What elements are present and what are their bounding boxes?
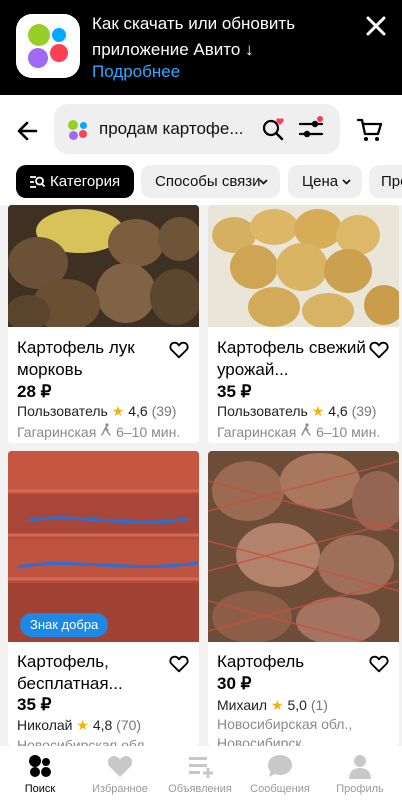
star-icon: ★ (271, 697, 284, 713)
tab-label: Избранное (92, 783, 148, 795)
seller-name: Пользователь (17, 403, 108, 419)
listing-title: Картофель, бесплатная... (17, 652, 123, 693)
seller-rating: 4,6 (128, 403, 148, 419)
tab-messages[interactable]: Сообщения (240, 746, 320, 800)
listing-title: Картофель лук морковь (17, 338, 135, 379)
tab-label: Сообщения (250, 783, 310, 795)
search-favorite-icon[interactable] (261, 116, 287, 142)
listing-location: Гагаринская 6–10 мин. (17, 422, 180, 442)
chip-price[interactable]: Цена (288, 165, 362, 198)
listing-location: Новосибирская обл., Новосибирск (217, 716, 353, 746)
chip-label: Про (381, 173, 402, 190)
tab-label: Объявления (168, 783, 232, 795)
tab-favorites[interactable]: Избранное (80, 746, 160, 800)
listing-photo (8, 205, 199, 327)
walking-icon (101, 423, 111, 436)
seller-reviews: (39) (351, 403, 377, 419)
heart-icon[interactable] (368, 653, 390, 675)
chevron-down-icon (342, 179, 351, 185)
walk-time: 6–10 мин. (316, 424, 381, 440)
search-tab-icon (29, 755, 51, 777)
seller-reviews: (39) (151, 403, 177, 419)
seller-reviews: (70) (116, 717, 142, 733)
listing-card[interactable]: Картофель 30 ₽ Михаил ★ 5,0 (1) Новосиби… (208, 451, 399, 746)
search-query: продам картофе... (99, 119, 244, 138)
tab-search[interactable]: Поиск (0, 746, 80, 800)
listings-tab-icon (189, 757, 213, 778)
tab-label: Профиль (336, 783, 384, 795)
star-icon: ★ (311, 403, 325, 419)
seller-name: Пользователь (217, 403, 308, 419)
chip-more[interactable]: Про (369, 165, 402, 198)
star-icon: ★ (76, 717, 89, 733)
messages-tab-icon (268, 755, 292, 777)
cart-icon[interactable] (356, 116, 384, 144)
listing-title: Картофель (217, 652, 305, 671)
avito-app-icon (16, 14, 80, 78)
heart-icon[interactable] (168, 339, 190, 361)
listing-seller: Пользователь ★ 4,6 (39) (217, 401, 376, 421)
chip-category[interactable]: Категория (16, 165, 134, 198)
filters-icon[interactable] (296, 114, 326, 144)
listing-title: Картофель свежий урожай... (217, 338, 366, 379)
seller-rating: 5,0 (287, 697, 307, 713)
walking-icon (301, 423, 311, 436)
heart-icon[interactable] (168, 653, 190, 675)
seller-name: Михаил (217, 697, 268, 713)
listing-seller: Пользователь ★ 4,6 (39) (17, 401, 176, 421)
chip-label: Цена (302, 173, 339, 190)
tab-profile[interactable]: Профиль (320, 746, 400, 800)
favorites-tab-icon (107, 756, 133, 777)
listing-price: 35 ₽ (217, 382, 252, 401)
profile-tab-icon (349, 755, 371, 779)
listing-card[interactable]: Картофель лук морковь 28 ₽ Пользователь … (8, 205, 199, 443)
search-input[interactable]: продам картофе... (54, 104, 340, 154)
chevron-down-icon (259, 179, 268, 185)
heart-icon[interactable] (368, 339, 390, 361)
kindness-badge: Знак добра (20, 613, 109, 637)
listing-price: 30 ₽ (217, 674, 252, 693)
search-header: продам картофе... (0, 95, 402, 165)
tab-label: Поиск (24, 783, 56, 795)
chip-contact-methods[interactable]: Способы связи (141, 165, 280, 198)
tab-listings[interactable]: Объявления (160, 746, 240, 800)
listing-card[interactable]: Картофель свежий урожай... 35 ₽ Пользова… (208, 205, 399, 443)
close-icon[interactable] (360, 10, 392, 42)
category-filter-icon (30, 176, 45, 188)
listing-price: 28 ₽ (17, 382, 52, 401)
location-name: Гагаринская (17, 424, 97, 440)
filter-chips-row: Категория Способы связи Цена Про (0, 165, 402, 205)
back-arrow-icon[interactable] (14, 117, 42, 145)
location-name: Гагаринская (217, 424, 297, 440)
bottom-tab-bar: Поиск Избранное Объявления Сообщения Про… (0, 746, 402, 800)
listing-photo (208, 451, 399, 642)
listing-seller: Николай ★ 4,8 (70) (17, 715, 141, 735)
banner-title: Как скачать или обновить приложение Авит… (92, 14, 296, 59)
app-download-banner[interactable]: Как скачать или обновить приложение Авит… (0, 0, 402, 95)
listing-card[interactable]: Знак добра Картофель, бесплатная... 35 ₽… (8, 451, 199, 746)
seller-reviews: (1) (310, 697, 328, 713)
seller-rating: 4,6 (328, 403, 348, 419)
listing-seller: Михаил ★ 5,0 (1) (217, 695, 328, 715)
listing-photo (208, 205, 399, 327)
banner-more-link[interactable]: Подробнее (92, 60, 180, 84)
listing-price: 35 ₽ (17, 695, 52, 714)
star-icon: ★ (111, 403, 125, 419)
chip-label: Категория (50, 173, 121, 190)
seller-name: Николай (17, 717, 73, 733)
walk-time: 6–10 мин. (116, 424, 181, 440)
listing-location: Гагаринская 6–10 мин. (217, 422, 380, 442)
chip-label: Способы связи (155, 173, 261, 190)
avito-logo-icon (68, 120, 90, 140)
listing-location: Новосибирская обл. (17, 737, 149, 746)
seller-rating: 4,8 (92, 717, 113, 733)
